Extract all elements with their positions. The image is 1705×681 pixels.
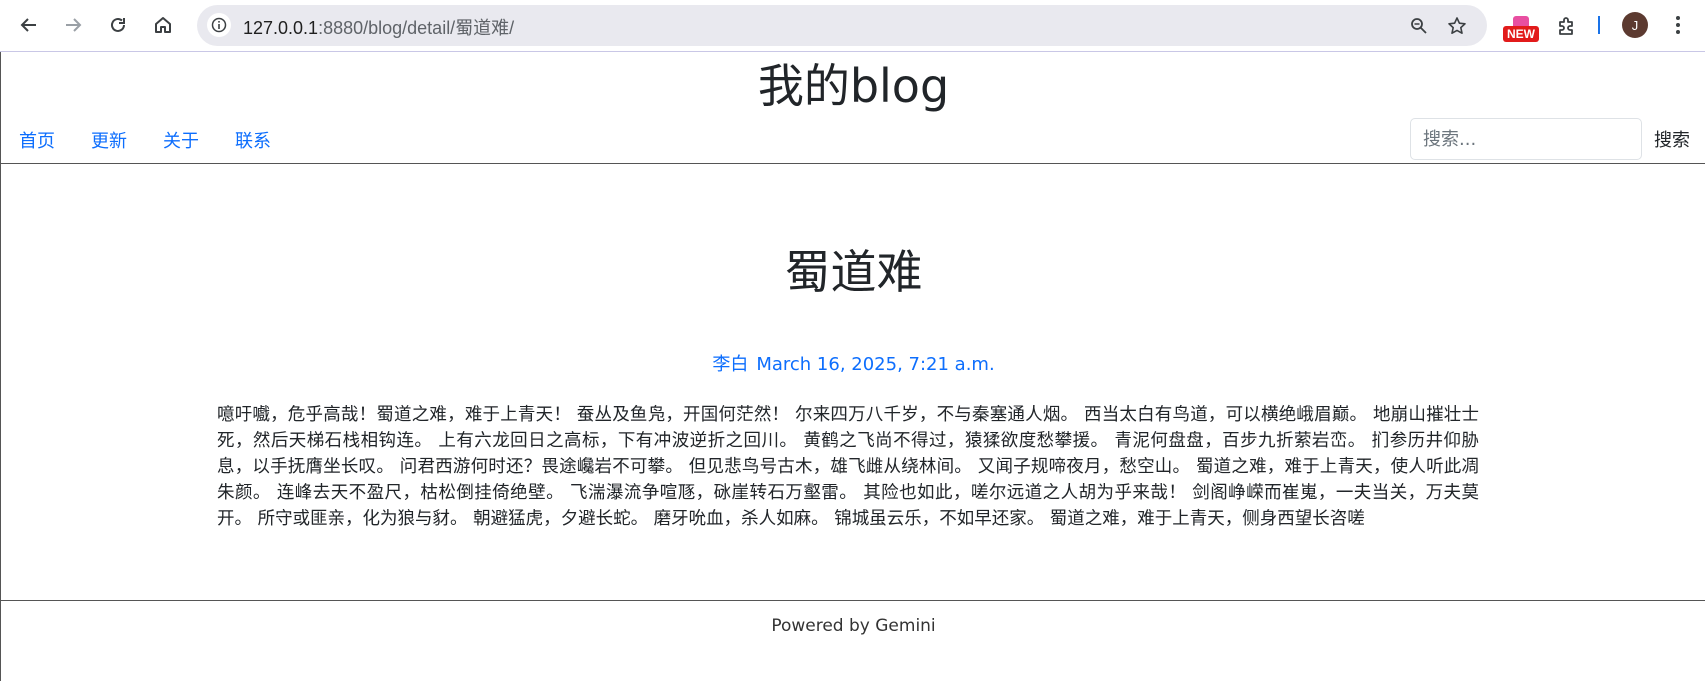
bookmark-star-icon[interactable] bbox=[1444, 13, 1470, 39]
post-author[interactable]: 李白 bbox=[712, 354, 748, 375]
browser-toolbar: 127.0.0.1:8880/blog/detail/蜀道难/ NEW J bbox=[0, 0, 1705, 52]
profile-avatar[interactable]: J bbox=[1622, 12, 1648, 38]
zoom-icon[interactable] bbox=[1406, 13, 1432, 39]
page-content: 我的blog 首页 更新 关于 联系 搜索 蜀道难 李白 March 16, 20… bbox=[0, 52, 1705, 681]
site-info-icon[interactable] bbox=[207, 13, 231, 37]
nav-link-home[interactable]: 首页 bbox=[19, 128, 55, 156]
browser-menu-icon[interactable] bbox=[1668, 12, 1688, 38]
url-host: 127.0.0.1 bbox=[243, 18, 319, 38]
address-bar[interactable]: 127.0.0.1:8880/blog/detail/蜀道难/ bbox=[197, 5, 1487, 46]
post-meta: 李白 March 16, 2025, 7:21 a.m. bbox=[1, 352, 1705, 378]
reload-button[interactable] bbox=[100, 7, 136, 43]
new-badge-label: NEW bbox=[1503, 26, 1539, 42]
url-text[interactable]: 127.0.0.1:8880/blog/detail/蜀道难/ bbox=[243, 14, 514, 40]
footer-divider bbox=[1, 600, 1705, 601]
toolbar-divider bbox=[1598, 16, 1600, 34]
post-body: 噫吁嚱，危乎高哉！蜀道之难，难于上青天！ 蚕丛及鱼凫，开国何茫然！ 尔来四万八千… bbox=[217, 405, 1479, 529]
back-arrow-icon bbox=[20, 18, 36, 32]
site-title: 我的blog bbox=[757, 59, 950, 113]
forward-arrow-icon bbox=[66, 18, 82, 32]
extensions-button[interactable] bbox=[1551, 10, 1583, 42]
reload-icon bbox=[111, 17, 125, 32]
header-divider bbox=[1, 163, 1705, 164]
extension-new-badge[interactable]: NEW bbox=[1503, 14, 1539, 42]
back-button[interactable] bbox=[11, 7, 47, 43]
nav-link-about[interactable]: 关于 bbox=[163, 128, 199, 156]
home-button[interactable] bbox=[145, 7, 181, 43]
nav-link-contact[interactable]: 联系 bbox=[235, 128, 271, 156]
nav-link-updates[interactable]: 更新 bbox=[91, 128, 127, 156]
url-path: :8880/blog/detail/蜀道难/ bbox=[318, 18, 515, 38]
forward-button[interactable] bbox=[55, 7, 91, 43]
search-button[interactable]: 搜索 bbox=[1654, 118, 1690, 160]
home-icon bbox=[155, 17, 171, 33]
puzzle-icon bbox=[1559, 17, 1573, 35]
footer-text: Powered by Gemini bbox=[771, 616, 936, 636]
search-input[interactable] bbox=[1410, 118, 1642, 160]
post-date: March 16, 2025, 7:21 a.m. bbox=[756, 354, 995, 375]
post-title: 蜀道难 bbox=[784, 245, 923, 299]
